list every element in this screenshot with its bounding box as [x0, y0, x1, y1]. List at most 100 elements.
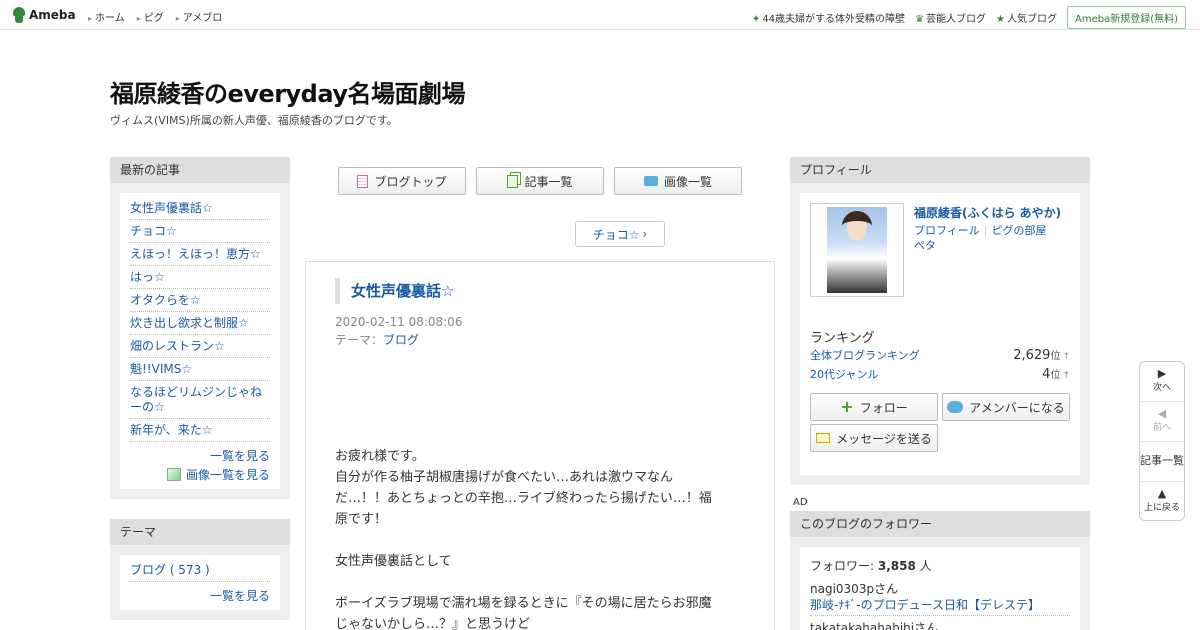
global-header: Ameba ホーム ピグ アメブロ ✦44歳夫婦がする体外受精の障壁 ♛芸能人ブ… [0, 0, 1200, 30]
trend-link[interactable]: ✦ 44歳夫婦がする体外受精の障壁 [752, 10, 905, 25]
logo-text: Ameba [29, 8, 76, 22]
article-title[interactable]: 女性声優裏話☆ [335, 278, 454, 304]
article-list-button[interactable]: 記事一覧 [476, 167, 604, 195]
article-date: 2020-02-11 08:08:06 [335, 315, 463, 329]
ranking-label[interactable]: 20代ジャンル [810, 366, 878, 382]
theme-see-list-link[interactable]: 一覧を見る [130, 582, 270, 604]
message-button[interactable]: メッセージを送る [810, 424, 938, 452]
crown-icon: ♛ [915, 14, 925, 25]
recent-item[interactable]: 畑のレストラン☆ [130, 335, 270, 358]
ranking-row: 全体ブログランキング 2,629位 ↑ [810, 347, 1070, 363]
celebrity-blog-link[interactable]: ♛ 芸能人ブログ [915, 10, 986, 25]
back-to-top-label: 上に戻る [1143, 503, 1180, 513]
ranking-label[interactable]: 全体ブログランキング [810, 347, 920, 363]
floating-nav: ▶ 次へ ◀ 前へ 記事一覧 ▲ 上に戻る [1139, 361, 1185, 521]
body-line: だ…！！あとちょっとの辛抱…ライブ終わったら揚げたい…！福 [335, 491, 712, 506]
avatar-photo [827, 207, 887, 293]
sparkle-icon: ✦ [751, 14, 761, 25]
recent-item[interactable]: なるほどリムジンじゃねーの☆ [130, 381, 270, 419]
theme-list: ブログ ( 573 ) 一覧を見る [120, 555, 280, 610]
ad-label: AD [793, 497, 808, 508]
followers-title: このブログのフォロワー [790, 511, 1090, 537]
prev-label: 前へ [1152, 423, 1171, 433]
image-list-label: 画像一覧 [663, 174, 712, 189]
ranking-row: 20代ジャンル 4位 ↑ [810, 366, 1070, 382]
recent-articles-box: 最新の記事 女性声優裏話☆ チョコ☆ えほっ！えほっ！恵方☆ はっ☆ オタクらを… [110, 157, 290, 499]
back-to-top-button[interactable]: ▲ 上に戻る [1140, 482, 1184, 522]
popular-blog-label: 人気ブログ [1006, 14, 1057, 25]
recent-item[interactable]: えほっ！えほっ！恵方☆ [130, 243, 270, 266]
recent-item[interactable]: はっ☆ [130, 266, 270, 289]
body-line: 女性声優裏話として [335, 554, 452, 569]
nav-home[interactable]: ホーム [88, 9, 125, 24]
header-right-links: ✦ 44歳夫婦がする体外受精の障壁 ♛ 芸能人ブログ ★ 人気ブログ Ameba新規登… [752, 6, 1186, 29]
register-button[interactable]: Ameba新規登録(無料) [1066, 6, 1186, 29]
ranking-unit: 位 [1050, 351, 1061, 362]
next-article-button[interactable]: チョコ☆ › [575, 221, 665, 247]
body-gap [335, 530, 747, 551]
chevron-right-icon: › [642, 227, 648, 241]
float-article-list-button[interactable]: 記事一覧 [1140, 442, 1184, 482]
image-list-icon [166, 468, 181, 481]
prev-button[interactable]: ◀ 前へ [1140, 402, 1184, 442]
see-images-link[interactable]: 画像一覧を見る [130, 464, 270, 483]
pages-icon [507, 174, 519, 188]
message-label: メッセージを送る [836, 431, 932, 446]
pigg-room-link[interactable]: ピグの部屋 [992, 224, 1047, 237]
article-list-label: 記事一覧 [524, 174, 573, 189]
recent-item[interactable]: 魁!!VIMS☆ [130, 358, 270, 381]
next-button[interactable]: ▶ 次へ [1140, 362, 1184, 402]
body-line: 原です！ [335, 512, 388, 527]
recent-item[interactable]: 女性声優裏話☆ [130, 197, 270, 220]
triangle-up-icon: ▲ [1157, 487, 1167, 500]
blog-top-button[interactable]: ブログトップ [338, 167, 466, 195]
nav-pigg[interactable]: ピグ [137, 9, 164, 24]
recent-item[interactable]: 炊き出し欲求と制服☆ [130, 312, 270, 335]
follower-name: takatakahahahihiさん [810, 621, 939, 630]
profile-title: プロフィール [790, 157, 1090, 183]
peta-link[interactable]: ペタ [914, 239, 936, 252]
next-label: 次へ [1152, 383, 1171, 393]
amember-button[interactable]: アメンバーになる [942, 393, 1070, 421]
trend-link-label: 44歳夫婦がする体外受精の障壁 [762, 14, 906, 25]
chat-bubble-icon [947, 401, 964, 413]
follower-count: フォロワー: 3,858 人 [810, 557, 932, 574]
celebrity-blog-label: 芸能人ブログ [926, 14, 987, 25]
triangle-left-icon: ◀ [1157, 407, 1167, 420]
article: 女性声優裏話☆ 2020-02-11 08:08:06 テーマ：ブログ お疲れ様… [305, 261, 775, 630]
theme-item[interactable]: ブログ ( 573 ) [130, 559, 270, 582]
recent-articles-list: 女性声優裏話☆ チョコ☆ えほっ！えほっ！恵方☆ はっ☆ オタクらを☆ 炊き出し… [120, 193, 280, 489]
profile-name[interactable]: 福原綾香(ふくはら あやか) [914, 204, 1061, 221]
follower-count-unit: 人 [919, 559, 932, 573]
recent-item[interactable]: チョコ☆ [130, 220, 270, 243]
see-images-label: 画像一覧を見る [185, 468, 270, 482]
blog-title[interactable]: 福原綾香のeveryday名場面劇場 [110, 74, 465, 109]
separator: | [983, 224, 988, 237]
recent-item[interactable]: オタクらを☆ [130, 289, 270, 312]
theme-link[interactable]: ブログ [383, 333, 419, 347]
theme-title: テーマ [110, 519, 290, 545]
follow-button[interactable]: + フォロー [810, 393, 938, 421]
recent-item[interactable]: 新年が、来た☆ [130, 419, 270, 442]
global-nav: ホーム ピグ アメブロ [88, 9, 222, 24]
article-theme: テーマ：ブログ [335, 331, 419, 348]
envelope-icon [816, 433, 831, 443]
plus-icon: + [840, 397, 854, 416]
see-list-link[interactable]: 一覧を見る [130, 442, 270, 464]
body-line: じゃないかしら…？』と思うけど [335, 617, 531, 630]
nav-ameblo[interactable]: アメブロ [176, 9, 223, 24]
ameba-logo[interactable]: Ameba [12, 7, 76, 23]
next-article-label: チョコ☆ [592, 227, 640, 242]
recent-articles-title: 最新の記事 [110, 157, 290, 183]
profile-link[interactable]: プロフィール [914, 224, 980, 237]
theme-box: テーマ ブログ ( 573 ) 一覧を見る [110, 519, 290, 620]
document-icon [357, 174, 369, 188]
follow-label: フォロー [859, 400, 908, 415]
triangle-right-icon: ▶ [1157, 367, 1167, 380]
profile-avatar[interactable] [810, 203, 904, 297]
follower-blog-link[interactable]: 那岐-ﾅｷﾞ-のプロデュース日和【デレステ】 [810, 596, 1070, 616]
popular-blog-link[interactable]: ★ 人気ブログ [996, 10, 1057, 25]
image-list-button[interactable]: 画像一覧 [614, 167, 742, 195]
arrow-up-icon: ↑ [1062, 352, 1070, 362]
star-icon: ★ [996, 14, 1005, 25]
